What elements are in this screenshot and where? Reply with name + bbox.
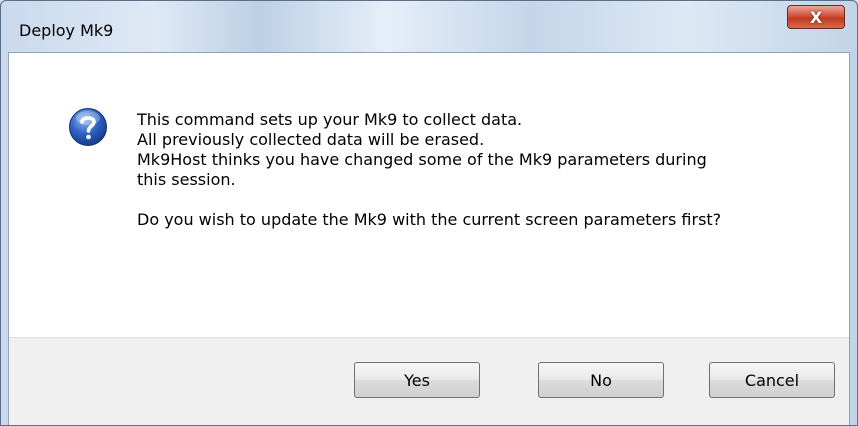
no-button[interactable]: No — [538, 362, 664, 398]
message-text: This command sets up your Mk9 to collect… — [137, 110, 827, 230]
message-line: This command sets up your Mk9 to collect… — [137, 110, 523, 129]
message-line: Mk9Host thinks you have changed some of … — [137, 150, 707, 169]
question-icon — [69, 108, 107, 146]
close-icon: X — [809, 7, 823, 27]
yes-button[interactable]: Yes — [354, 362, 480, 398]
message-question: Do you wish to update the Mk9 with the c… — [137, 210, 722, 229]
dialog-window: Deploy Mk9 X This command sets up your M… — [0, 0, 858, 426]
close-button[interactable]: X — [787, 5, 845, 29]
dialog-title: Deploy Mk9 — [19, 21, 114, 40]
message-line: All previously collected data will be er… — [137, 130, 485, 149]
button-bar: Yes No Cancel — [9, 337, 849, 425]
cancel-button[interactable]: Cancel — [709, 362, 835, 398]
message-line: this session. — [137, 170, 236, 189]
dialog-body: This command sets up your Mk9 to collect… — [8, 52, 850, 425]
